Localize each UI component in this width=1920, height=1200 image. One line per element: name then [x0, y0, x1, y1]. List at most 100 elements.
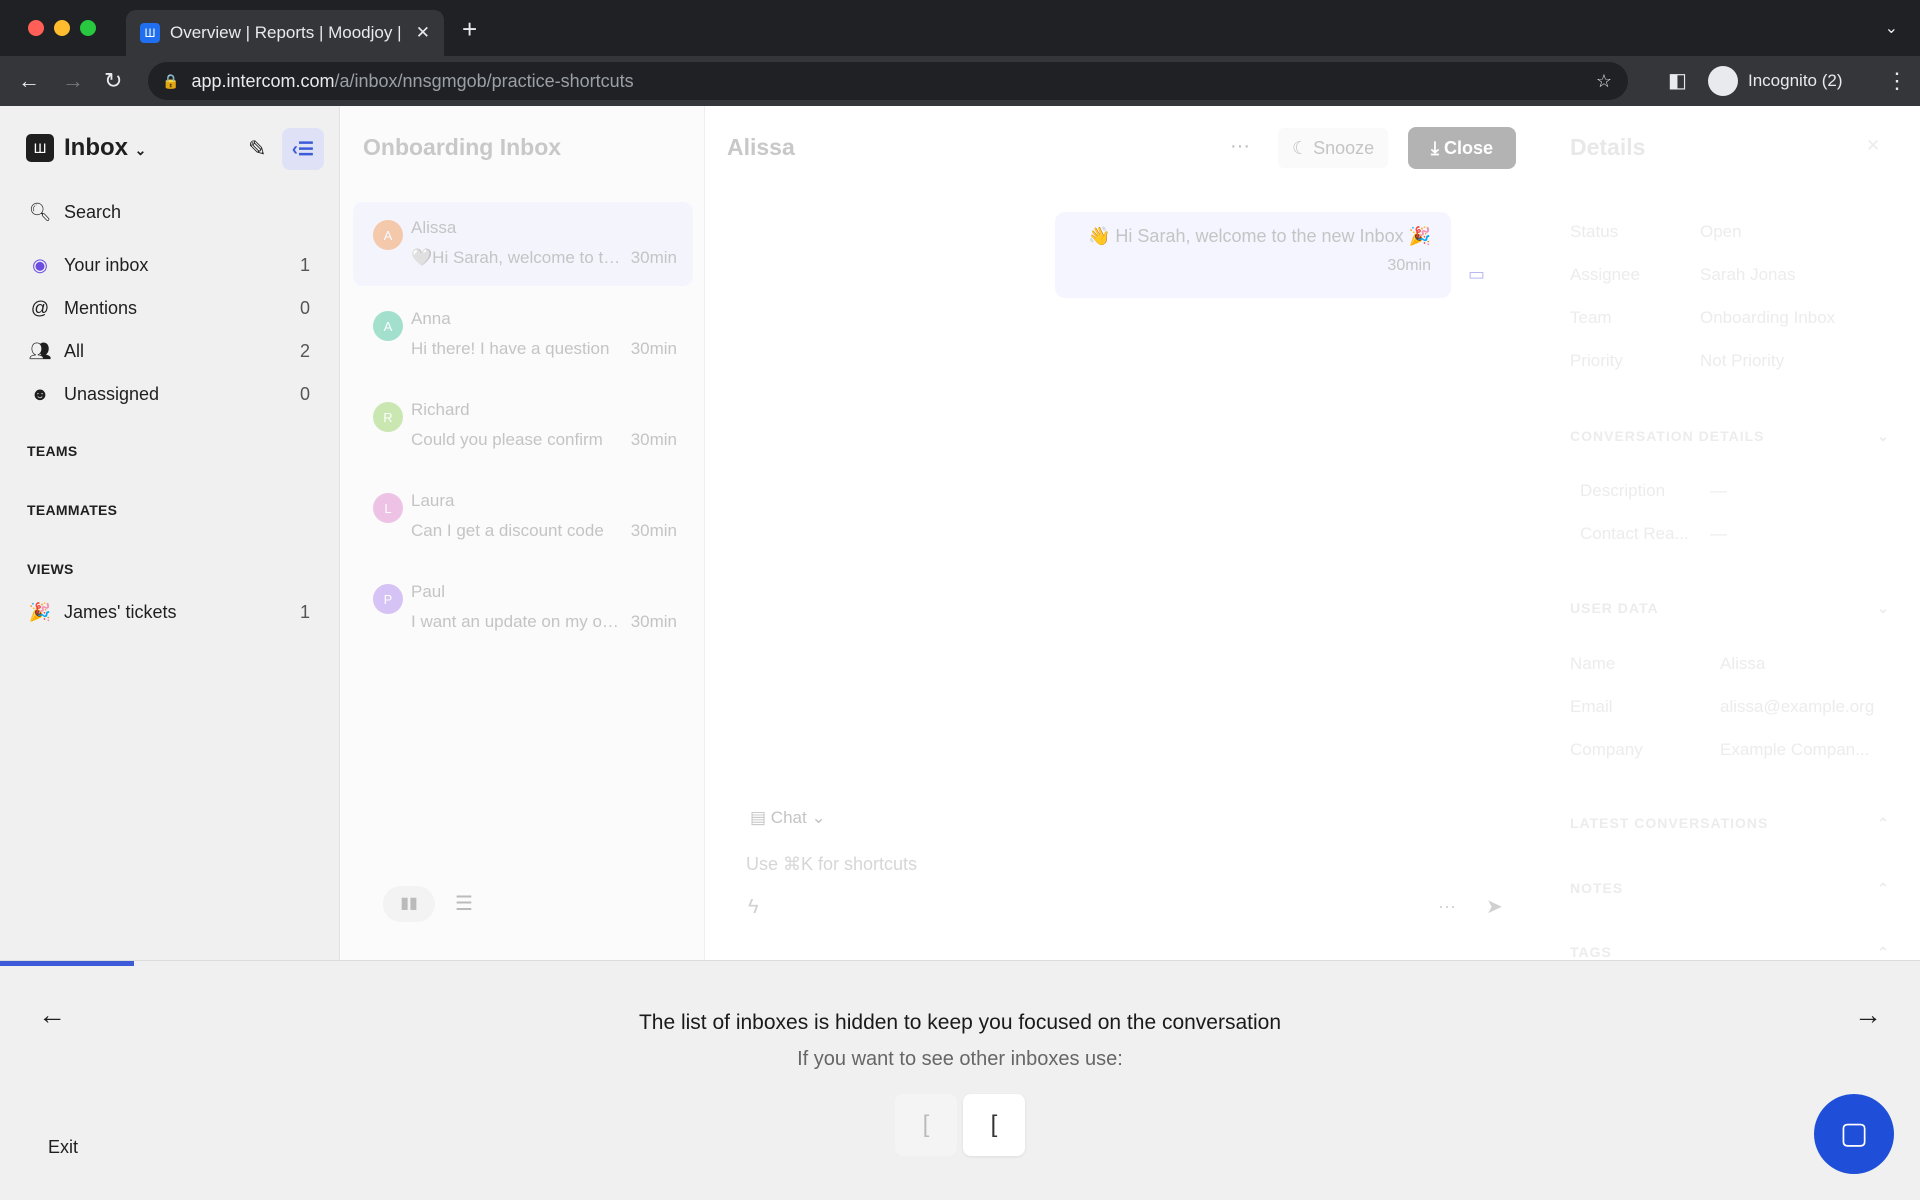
sidebar-item-unassigned[interactable]: ☻ Unassigned 0: [28, 377, 310, 411]
tab-title: Overview | Reports | Moodjoy |: [170, 23, 402, 42]
tutorial-subtext: If you want to see other inboxes use:: [797, 1048, 1123, 1070]
detail-row[interactable]: Priority Not Priority: [1570, 351, 1900, 371]
message-text: 👋 Hi Sarah, welcome to the new Inbox 🎉: [1088, 226, 1431, 246]
browser-tab[interactable]: Ш Overview | Reports | Moodjoy | ✕: [126, 10, 444, 56]
detail-row[interactable]: Team Onboarding Inbox: [1570, 308, 1900, 328]
snooze-button[interactable]: ☾ Snooze: [1278, 128, 1389, 168]
close-details-icon[interactable]: ✕: [1866, 136, 1880, 156]
maximize-window-button[interactable]: [80, 20, 96, 36]
profile-button[interactable]: Incognito (2): [1748, 71, 1843, 91]
section-title: LATEST CONVERSATIONS: [1570, 815, 1769, 831]
detail-row[interactable]: Contact Rea... —: [1580, 524, 1910, 544]
exit-button[interactable]: Exit: [48, 1137, 78, 1158]
conversation-item[interactable]: L Laura Can I get a discount code 30min: [353, 475, 693, 559]
section-header[interactable]: TAGS ⌃: [1570, 944, 1890, 961]
chat-icon: ▢: [1839, 1117, 1869, 1150]
collapse-sidebar-button[interactable]: ‹☰: [282, 128, 324, 170]
tutorial-progress-bar: [0, 961, 135, 966]
messenger-launcher-button[interactable]: ▢: [1814, 1094, 1894, 1174]
forward-icon[interactable]: →: [62, 68, 84, 94]
message-preview: Could you please confirm: [411, 430, 603, 449]
conversation-panel: Alissa ··· ☾ Snooze ⤓ Close 👋 Hi Sarah, …: [706, 106, 1556, 960]
message-preview: I want an update on my order: [411, 612, 631, 631]
compose-icon[interactable]: ✎: [248, 136, 266, 162]
minimize-window-button[interactable]: [54, 20, 70, 36]
item-count: 2: [299, 340, 310, 361]
send-icon[interactable]: ➤: [1486, 894, 1503, 919]
section-header[interactable]: CONVERSATION DETAILS ⌄: [1570, 428, 1890, 445]
detail-key: Assignee: [1570, 265, 1640, 284]
section-header[interactable]: USER DATA ⌄: [1570, 600, 1890, 617]
avatar: P: [373, 584, 403, 614]
avatar: A: [373, 311, 403, 341]
detail-value: Sarah Jonas: [1700, 265, 1796, 284]
people-icon: 👥︎: [28, 340, 52, 361]
views-heading[interactable]: VIEWS: [27, 561, 74, 577]
composer-mode-dropdown[interactable]: ▤ Chat ⌄: [750, 808, 826, 828]
teams-heading[interactable]: TEAMS: [27, 443, 78, 459]
sidebar-item-all[interactable]: 👥︎ All 2: [28, 334, 310, 368]
tutorial-heading: The list of inboxes is hidden to keep yo…: [638, 1011, 1282, 1034]
conversation-item[interactable]: A Alissa 🤍Hi Sarah, welcome to the new I…: [353, 202, 693, 286]
shortcut-key: [: [895, 1094, 957, 1156]
side-panel-icon[interactable]: ◧: [1668, 68, 1687, 93]
detail-row[interactable]: Assignee Sarah Jonas: [1570, 265, 1900, 285]
composer-more-icon[interactable]: ···: [1438, 896, 1456, 917]
back-icon[interactable]: ←: [18, 68, 40, 94]
detail-row[interactable]: Status Open: [1570, 222, 1900, 242]
search-label: Search: [64, 201, 122, 222]
contact-name: Richard: [411, 400, 470, 419]
split-view-toggle[interactable]: ▮▮: [383, 886, 435, 922]
new-tab-button[interactable]: +: [462, 14, 477, 45]
inbox-switcher[interactable]: Inbox ⌄: [64, 134, 146, 162]
shortcut-key: [: [963, 1094, 1025, 1156]
url-host: app.intercom.com: [191, 70, 335, 91]
conversation-title: Alissa: [727, 134, 795, 160]
sidebar: Ш Inbox ⌄ ✎ ‹☰ 🔍︎ Search ◉ Your inbox 1 @ Me…: [0, 106, 340, 960]
browser-tab-bar: Ш Overview | Reports | Moodjoy | ✕ + ⌄: [0, 0, 1920, 56]
composer-input[interactable]: Use ⌘K for shortcuts: [746, 854, 1506, 875]
close-conversation-button[interactable]: ⤓ Close: [1408, 127, 1516, 169]
user-data-row[interactable]: Name Alissa: [1570, 654, 1900, 674]
reload-icon[interactable]: ↻: [104, 68, 122, 94]
sidebar-title: Inbox: [64, 134, 128, 161]
detail-row[interactable]: Description —: [1580, 481, 1910, 501]
more-options-button[interactable]: ···: [1220, 128, 1260, 168]
section-header[interactable]: LATEST CONVERSATIONS ⌃: [1570, 815, 1890, 832]
sidebar-item-mentions[interactable]: @ Mentions 0: [28, 291, 310, 325]
tab-search-chevron-icon[interactable]: ⌄: [1885, 18, 1898, 38]
sidebar-item-james-tickets[interactable]: 🎉 James' tickets 1: [28, 595, 310, 629]
sidebar-item-your-inbox[interactable]: ◉ Your inbox 1: [28, 248, 310, 282]
lock-icon: 🔒: [162, 72, 180, 89]
chevron-down-icon: ⌄: [134, 142, 147, 158]
menu-kebab-icon[interactable]: ⋮: [1886, 68, 1908, 94]
conversation-time: 30min: [630, 430, 677, 449]
section-title: NOTES: [1570, 880, 1624, 896]
list-title: Onboarding Inbox: [363, 134, 562, 160]
list-view-toggle[interactable]: ☰: [455, 886, 473, 922]
chevron-icon: ⌄: [1877, 600, 1890, 616]
url-field[interactable]: 🔒 app.intercom.com/a/inbox/nnsgmgob/prac…: [148, 62, 1628, 100]
seen-icon: ▭: [1468, 264, 1486, 284]
conversation-time: 30min: [630, 339, 677, 358]
lightning-icon[interactable]: ϟ: [748, 896, 759, 919]
detail-key: Contact Rea...: [1580, 524, 1689, 543]
conversation-item[interactable]: P Paul I want an update on my order 30min: [353, 566, 693, 650]
section-title: USER DATA: [1570, 600, 1659, 616]
conversation-item[interactable]: A Anna Hi there! I have a question 30min: [353, 293, 693, 377]
user-data-row[interactable]: Email alissa@example.org: [1570, 697, 1900, 717]
section-header[interactable]: NOTES ⌃: [1570, 880, 1890, 897]
detail-key: Company: [1570, 740, 1643, 759]
avatar: R: [373, 402, 403, 432]
detail-value: Onboarding Inbox: [1700, 308, 1836, 327]
at-icon: @: [30, 297, 50, 318]
bookmark-star-icon[interactable]: ☆: [1596, 71, 1612, 92]
user-data-row[interactable]: Company Example Compan...: [1570, 740, 1900, 760]
teammates-heading[interactable]: TEAMMATES: [27, 502, 117, 518]
conversation-item[interactable]: R Richard Could you please confirm 30min: [353, 384, 693, 468]
close-tab-icon[interactable]: ✕: [416, 23, 430, 43]
close-window-button[interactable]: [28, 20, 44, 36]
chevron-icon: ⌃: [1877, 880, 1890, 896]
search-item[interactable]: 🔍︎ Search: [28, 195, 310, 229]
item-count: 0: [299, 297, 310, 318]
